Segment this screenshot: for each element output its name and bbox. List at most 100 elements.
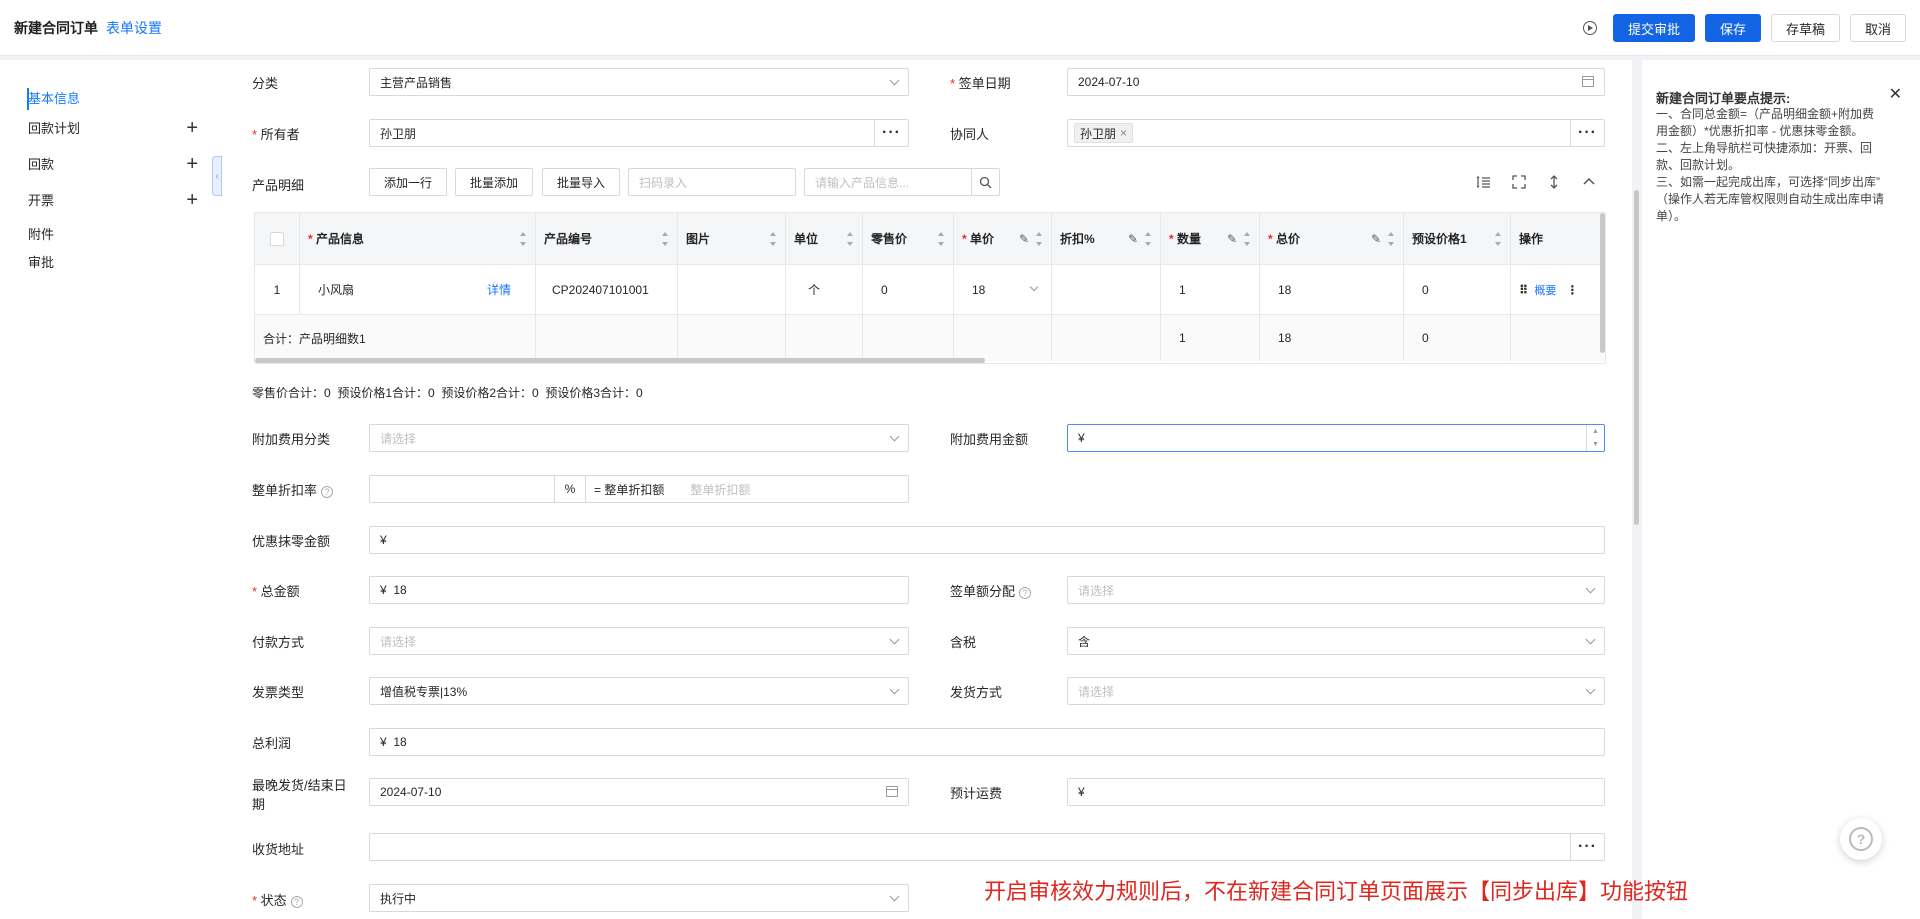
close-icon[interactable]: × [1120, 126, 1127, 140]
collapse-up-icon[interactable] [1582, 175, 1596, 192]
plus-icon[interactable]: + [186, 154, 198, 174]
stepper-down-icon[interactable]: ▼ [1592, 441, 1599, 448]
sort-icon[interactable] [1036, 232, 1043, 246]
search-icon[interactable] [971, 169, 999, 195]
gross-profit-input[interactable]: ¥ 18 [369, 728, 1605, 756]
drag-icon[interactable]: ⠿ [1519, 283, 1528, 297]
sign-date-picker[interactable]: 2024-07-10 [1067, 68, 1605, 96]
row-discount[interactable] [1052, 265, 1161, 314]
nav-item-payment[interactable]: 回款 + [28, 154, 198, 176]
pencil-icon[interactable]: ✎ [1371, 232, 1381, 246]
gross-profit-value: ¥ 18 [380, 735, 407, 749]
col-unit-price[interactable]: 单价 ✎ [954, 213, 1052, 264]
sort-icon[interactable] [1244, 232, 1251, 246]
tax-select[interactable]: 含 [1067, 627, 1605, 655]
col-product-info[interactable]: 产品信息 [300, 213, 536, 264]
sort-icon[interactable] [1145, 232, 1152, 246]
more-icon[interactable]: ··· [874, 120, 908, 146]
cancel-button[interactable]: 取消 [1849, 14, 1906, 42]
delivery-method-select[interactable]: 请选择 [1067, 677, 1605, 705]
discount-amount-placeholder[interactable]: 整单折扣额 [690, 481, 750, 498]
collaborator-field[interactable]: 孙卫朋 × ··· [1067, 119, 1605, 147]
batch-import-button[interactable]: 批量导入 [542, 168, 620, 196]
stepper-up-icon[interactable]: ▲ [1592, 428, 1599, 435]
invoice-type-label: 发票类型 [252, 685, 305, 700]
help-icon[interactable]: ? [290, 895, 303, 908]
select-all-checkbox[interactable] [270, 231, 284, 246]
pencil-icon[interactable]: ✎ [1019, 232, 1029, 246]
row-image[interactable] [678, 265, 786, 314]
scan-input[interactable]: 扫码录入 [628, 168, 796, 196]
row-total[interactable]: 18 [1260, 265, 1404, 314]
sort-icon[interactable] [1388, 232, 1395, 246]
main-vertical-scrollbar[interactable] [1634, 190, 1639, 525]
address-field[interactable]: ··· [369, 833, 1605, 861]
col-image[interactable]: 图片 [678, 213, 786, 264]
table-vertical-scrollbar[interactable] [1600, 213, 1605, 353]
tips-title: 新建合同订单要点提示: [1656, 91, 1791, 106]
nav-item-invoice[interactable]: 开票 + [28, 190, 198, 212]
line-height-icon[interactable] [1476, 175, 1491, 192]
col-total-price[interactable]: 总价 ✎ [1260, 213, 1404, 264]
extra-fee-amount-input[interactable]: ¥ ▲ ▼ [1067, 424, 1605, 452]
col-unit[interactable]: 单位 [786, 213, 863, 264]
sort-icon[interactable] [770, 232, 777, 246]
number-stepper[interactable]: ▲ ▼ [1586, 425, 1604, 451]
sign-alloc-select[interactable]: 请选择 [1067, 576, 1605, 604]
more-vertical-icon[interactable]: ⋮ [1566, 283, 1578, 297]
help-icon[interactable]: ? [321, 485, 334, 498]
row-price-cell[interactable]: 18 [954, 265, 1052, 314]
detail-link[interactable]: 详情 [487, 281, 511, 298]
extra-fee-category-select[interactable]: 请选择 [369, 424, 909, 452]
col-product-code[interactable]: 产品编号 [536, 213, 678, 264]
more-icon[interactable]: ··· [1570, 120, 1604, 146]
save-button[interactable]: 保存 [1704, 14, 1761, 42]
sort-icon[interactable] [1495, 232, 1502, 246]
nav-collapse-handle[interactable]: ‹ [212, 156, 222, 196]
more-icon[interactable]: ··· [1570, 834, 1604, 860]
save-draft-button[interactable]: 存草稿 [1770, 14, 1840, 42]
pencil-icon[interactable]: ✎ [1128, 232, 1138, 246]
plus-icon[interactable]: + [186, 118, 198, 138]
rounding-input[interactable]: ¥ [369, 526, 1605, 554]
category-select[interactable]: 主营产品销售 [369, 68, 909, 96]
status-select[interactable]: 执行中 [369, 884, 909, 912]
row-qty[interactable]: 1 [1161, 265, 1260, 314]
nav-item-basic-info[interactable]: 基本信息 [28, 88, 198, 110]
total-amount-input[interactable]: ¥ 18 [369, 576, 909, 604]
summary-link[interactable]: 概要 [1534, 282, 1556, 298]
submit-approval-button[interactable]: 提交审批 [1612, 14, 1695, 42]
pencil-icon[interactable]: ✎ [1227, 232, 1237, 246]
table-horizontal-scrollbar[interactable] [255, 358, 985, 363]
nav-item-payment-plan[interactable]: 回款计划 + [28, 118, 198, 140]
summary-empty [863, 315, 954, 361]
col-quantity[interactable]: 数量 ✎ [1161, 213, 1260, 264]
nav-item-attachment[interactable]: 附件 [28, 224, 198, 246]
sort-icon[interactable] [938, 232, 945, 246]
form-setting-link[interactable]: 表单设置 [106, 18, 162, 38]
close-icon[interactable]: ✕ [1889, 84, 1902, 104]
payment-method-select[interactable]: 请选择 [369, 627, 909, 655]
nav-item-approval[interactable]: 审批 [28, 252, 198, 274]
add-row-button[interactable]: 添加一行 [369, 168, 447, 196]
product-search-input[interactable]: 请输入产品信息... [804, 168, 1000, 196]
sort-icon[interactable] [662, 232, 669, 246]
play-circle-icon[interactable] [1582, 21, 1597, 35]
est-freight-input[interactable]: ¥ [1067, 778, 1605, 806]
discount-rate-input[interactable] [370, 476, 554, 502]
col-retail-price[interactable]: 零售价 [863, 213, 954, 264]
col-preset-price-1[interactable]: 预设价格1 [1404, 213, 1511, 264]
vertical-resize-icon[interactable] [1547, 175, 1561, 192]
sort-icon[interactable] [520, 232, 527, 246]
owner-field[interactable]: 孙卫朋 ··· [369, 119, 909, 147]
col-discount[interactable]: 折扣% ✎ [1052, 213, 1161, 264]
help-icon[interactable]: ? [1019, 586, 1032, 599]
plus-icon[interactable]: + [186, 190, 198, 210]
batch-add-button[interactable]: 批量添加 [455, 168, 533, 196]
invoice-type-select[interactable]: 增值税专票|13% [369, 677, 909, 705]
latest-delivery-date-picker[interactable]: 2024-07-10 [369, 778, 909, 806]
nav-item-label: 附件 [28, 227, 55, 242]
sort-icon[interactable] [847, 232, 854, 246]
floating-help-button[interactable]: ? [1840, 818, 1882, 860]
fullscreen-icon[interactable] [1512, 175, 1526, 192]
